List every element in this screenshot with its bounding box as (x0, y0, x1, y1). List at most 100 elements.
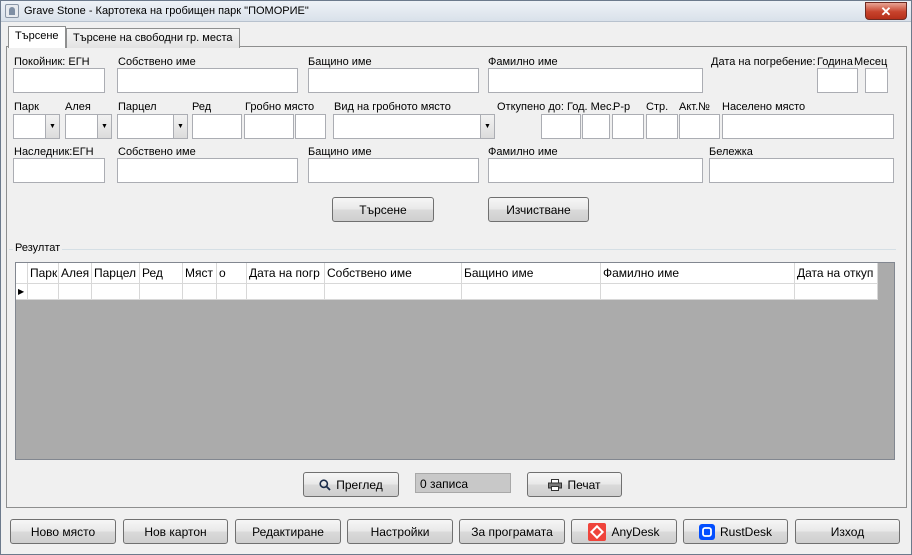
table-cell[interactable] (325, 284, 462, 300)
dropdown-arrow-icon[interactable]: ▼ (97, 115, 111, 138)
row-label: Ред (192, 101, 212, 113)
printer-icon (548, 478, 563, 491)
anydesk-button[interactable]: AnyDesk (571, 519, 677, 544)
note-input[interactable] (709, 158, 894, 183)
place-label: Населено място (722, 101, 806, 113)
print-button-label: Печат (567, 477, 601, 492)
preview-button-label: Преглед (336, 477, 383, 492)
results-grid[interactable]: Парк Алея Парцел Ред Мяст о Дата на погр… (15, 262, 895, 460)
new-place-button[interactable]: Ново място (10, 519, 116, 544)
dropdown-arrow-icon[interactable]: ▼ (173, 115, 187, 138)
column-header-bought-date[interactable]: Дата на откуп (795, 263, 878, 284)
act-number-input[interactable] (679, 114, 720, 139)
bought-until-label: Откупено до: Год. Мес. (497, 101, 615, 113)
alley-combo[interactable]: ▼ (65, 114, 112, 139)
burial-year-input[interactable] (817, 68, 858, 93)
table-cell[interactable] (247, 284, 325, 300)
page-label: Стр. (646, 101, 669, 113)
row-input[interactable] (192, 114, 242, 139)
deceased-middle-name-input[interactable] (308, 68, 479, 93)
rr-label: Р-р (613, 101, 631, 113)
settings-button[interactable]: Настройки (347, 519, 453, 544)
main-window: Grave Stone - Картотека на гробищен парк… (0, 0, 912, 555)
park-combo[interactable]: ▼ (13, 114, 60, 139)
title-bar: Grave Stone - Картотека на гробищен парк… (1, 1, 911, 22)
column-header-park[interactable]: Парк (28, 263, 59, 284)
deceased-first-name-input[interactable] (117, 68, 298, 93)
table-cell[interactable] (28, 284, 59, 300)
alley-label: Алея (65, 101, 91, 113)
close-icon: ✕ (880, 3, 892, 19)
page-input[interactable] (646, 114, 678, 139)
dropdown-arrow-icon[interactable]: ▼ (480, 115, 494, 138)
heir-egn-input[interactable] (13, 158, 105, 183)
plot-label: Гробно място (245, 101, 315, 113)
heir-first-name-label: Собствено име (118, 146, 196, 158)
dropdown-arrow-icon[interactable]: ▼ (45, 115, 59, 138)
column-header-last-name[interactable]: Фамилно име (601, 263, 795, 284)
preview-button[interactable]: Преглед (303, 472, 399, 497)
heir-middle-name-label: Бащино име (308, 146, 372, 158)
table-cell[interactable] (140, 284, 183, 300)
plot-type-combo[interactable]: ▼ (333, 114, 495, 139)
heir-last-name-input[interactable] (488, 158, 703, 183)
column-header-row[interactable]: Ред (140, 263, 183, 284)
act-number-label: Акт.№ (679, 101, 710, 113)
search-button[interactable]: Търсене (332, 197, 434, 222)
rr-input[interactable] (612, 114, 644, 139)
column-header-alley[interactable]: Алея (59, 263, 92, 284)
exit-button[interactable]: Изход (795, 519, 900, 544)
row-selector-arrow-icon: ▶ (16, 284, 28, 300)
clear-button[interactable]: Изчистване (488, 197, 589, 222)
about-button[interactable]: За програмата (459, 519, 565, 544)
tab-free-places[interactable]: Търсене на свободни гр. места (66, 28, 240, 48)
deceased-egn-input[interactable] (13, 68, 105, 93)
column-header-first-name[interactable]: Собствено име (325, 263, 462, 284)
print-button[interactable]: Печат (527, 472, 622, 497)
anydesk-button-label: AnyDesk (611, 524, 660, 539)
tab-search[interactable]: Търсене (8, 26, 66, 48)
table-cell[interactable] (795, 284, 878, 300)
table-cell[interactable] (92, 284, 140, 300)
parcel-combo[interactable]: ▼ (117, 114, 188, 139)
park-label: Парк (14, 101, 39, 113)
deceased-first-name-label: Собствено име (118, 56, 196, 68)
record-count: 0 записа (415, 473, 511, 493)
plot-suffix-input[interactable] (295, 114, 326, 139)
app-icon (5, 4, 19, 18)
column-header-plot[interactable]: Мяст (183, 263, 217, 284)
rustdesk-button[interactable]: RustDesk (683, 519, 788, 544)
table-cell[interactable] (462, 284, 601, 300)
deceased-middle-name-label: Бащино име (308, 56, 372, 68)
column-header-parcel[interactable]: Парцел (92, 263, 140, 284)
anydesk-icon (588, 522, 607, 541)
new-card-button[interactable]: Нов картон (123, 519, 228, 544)
plot-input[interactable] (244, 114, 294, 139)
plot-type-label: Вид на гробното място (334, 101, 451, 113)
burial-year-label: Година (817, 56, 853, 68)
deceased-last-name-input[interactable] (488, 68, 703, 93)
table-cell[interactable] (217, 284, 247, 300)
grid-header: Парк Алея Парцел Ред Мяст о Дата на погр… (16, 263, 878, 284)
magnifier-icon (319, 478, 331, 491)
heir-egn-label: Наследник:ЕГН (14, 146, 94, 158)
table-cell[interactable] (601, 284, 795, 300)
table-cell[interactable] (183, 284, 217, 300)
parcel-label: Парцел (118, 101, 157, 113)
heir-middle-name-input[interactable] (308, 158, 479, 183)
heir-last-name-label: Фамилно име (488, 146, 558, 158)
edit-button[interactable]: Редактиране (235, 519, 341, 544)
heir-first-name-input[interactable] (117, 158, 298, 183)
place-input[interactable] (722, 114, 894, 139)
column-header-burial-date[interactable]: Дата на погр (247, 263, 325, 284)
bought-year-input[interactable] (541, 114, 581, 139)
column-header-plot-suffix[interactable]: о (217, 263, 247, 284)
burial-month-input[interactable] (865, 68, 888, 93)
grid-corner-cell (16, 263, 28, 284)
close-button[interactable]: ✕ (865, 2, 907, 20)
table-row[interactable]: ▶ (16, 284, 878, 300)
table-cell[interactable] (59, 284, 92, 300)
deceased-last-name-label: Фамилно име (488, 56, 558, 68)
column-header-middle-name[interactable]: Бащино име (462, 263, 601, 284)
bought-month-input[interactable] (582, 114, 610, 139)
